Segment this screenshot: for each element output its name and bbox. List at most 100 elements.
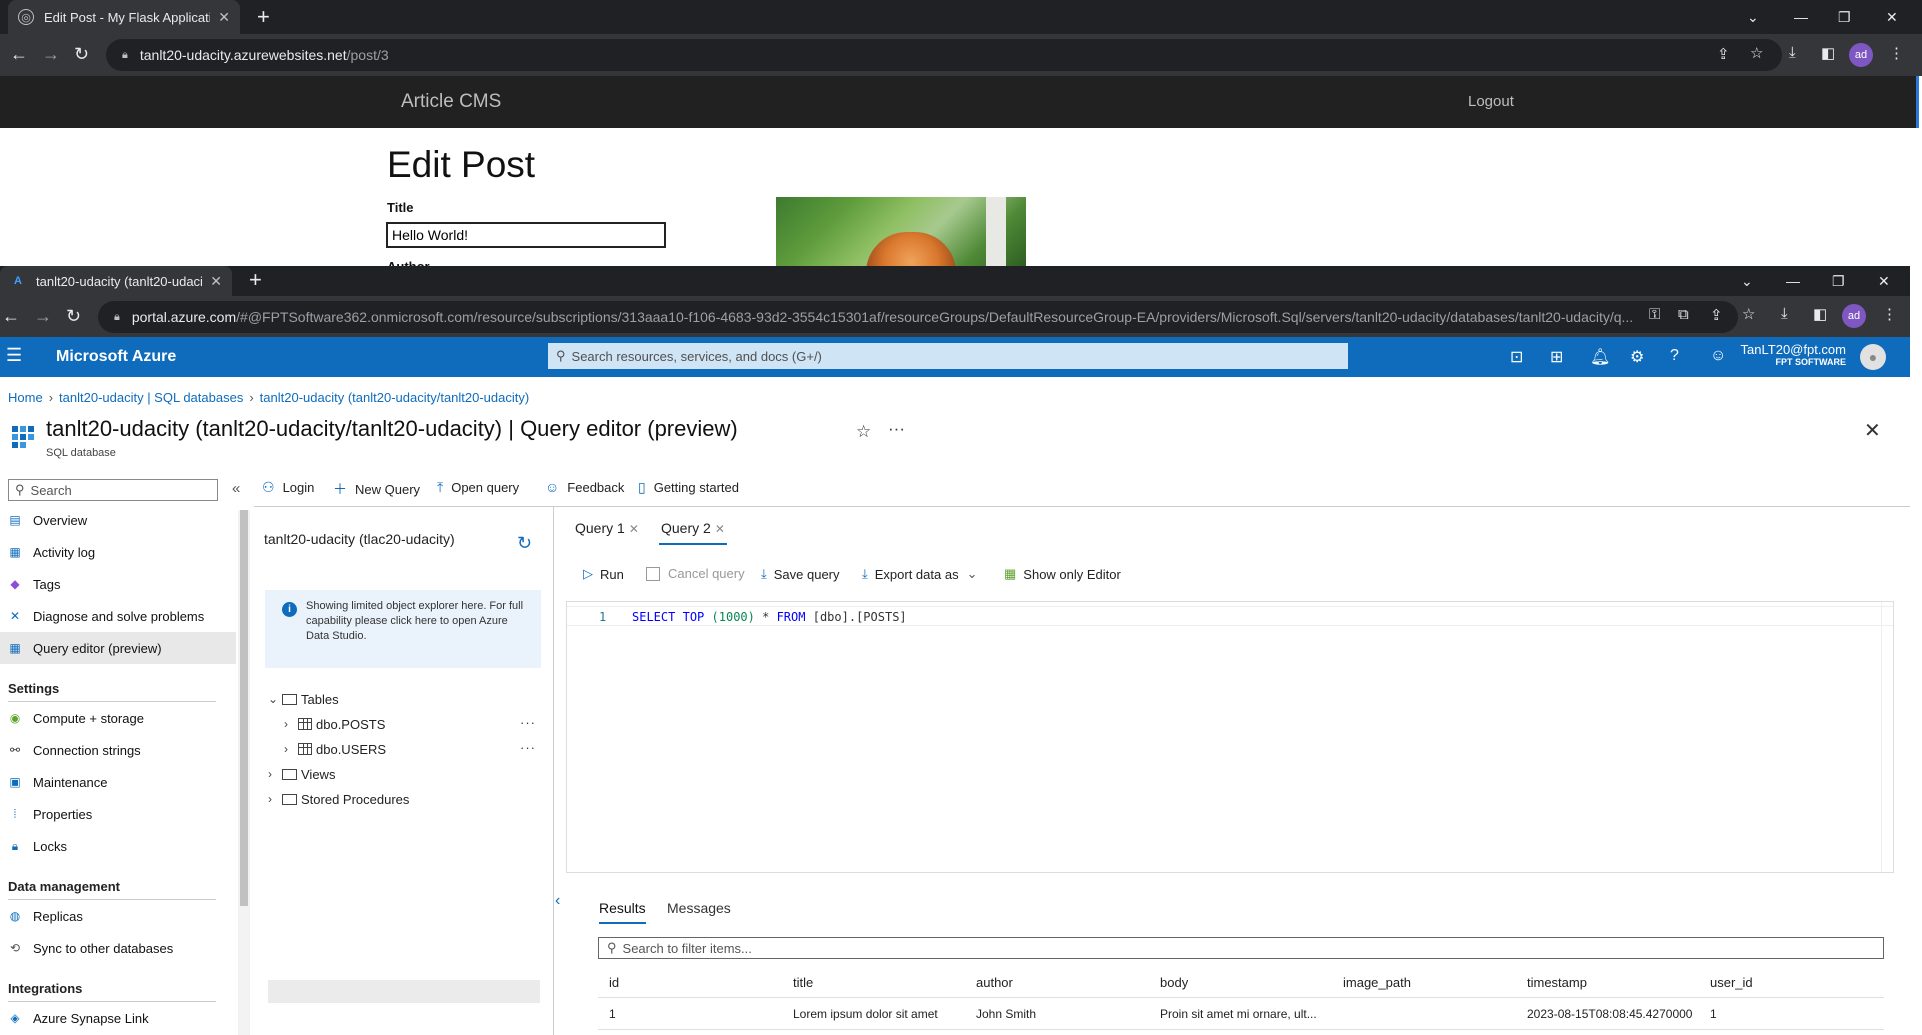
open-query-button[interactable]: ⤒ Open query [437,479,519,496]
collapse-sidebar-icon[interactable]: « [232,480,240,497]
settings-gear-icon[interactable]: ⚙ [1630,347,1644,367]
sidebar-item-connection-strings[interactable]: ⚯ Connection strings [0,734,236,766]
info-banner[interactable]: i Showing limited object explorer here. … [265,590,541,668]
column-header[interactable]: author [976,966,1013,998]
tree-node-stored-procedures[interactable]: › Stored Procedures [268,788,409,810]
feedback-button[interactable]: ☺ Feedback [545,479,624,495]
tree-node-tables[interactable]: ⌄ Tables [268,688,339,710]
close-blade-icon[interactable]: ✕ [1864,418,1881,443]
sidebar-item-replicas[interactable]: ◍ Replicas [0,900,236,932]
tab-messages[interactable]: Messages [667,900,731,916]
sidebar-item-diagnose[interactable]: ✕ Diagnose and solve problems [0,600,236,632]
new-tab-button[interactable]: + [257,4,270,30]
sidebar-item-properties[interactable]: ⦙ Properties [0,798,236,830]
close-tab-icon[interactable]: ✕ [218,9,230,26]
browser-tab-edit-post[interactable]: ◎ Edit Post - My Flask Application ✕ [8,0,240,34]
reload-icon[interactable]: ↻ [74,44,89,65]
breadcrumb-database[interactable]: tanlt20-udacity (tanlt20-udacity/tanlt20… [260,390,530,405]
download-icon[interactable]: ⤓ [1781,305,1788,322]
profile-avatar[interactable]: ad [1849,43,1873,67]
chevron-left-icon[interactable]: ‹ [555,892,560,910]
feedback-icon[interactable]: ☺ [1710,347,1726,365]
tab-query-2[interactable]: Query 2 ✕ [659,520,727,545]
hamburger-menu-icon[interactable]: ☰ [6,345,22,366]
forward-icon[interactable]: → [42,44,60,65]
login-button[interactable]: ⚇ Login [262,479,314,496]
sidebar-item-tags[interactable]: ◆ Tags [0,568,236,600]
results-filter-input[interactable]: ⚲ Search to filter items... [598,937,1884,959]
share-icon[interactable]: ⇪ [1717,45,1730,63]
tab-search-icon[interactable]: ⌄ [1747,0,1759,34]
user-account[interactable]: TanLT20@fpt.com FPT SOFTWARE [1741,342,1846,367]
table-row[interactable]: 1 Lorem ipsum dolor sit amet John Smith … [598,998,1884,1030]
bookmark-star-icon[interactable]: ☆ [1750,44,1763,62]
key-icon[interactable]: ⚿ [1649,306,1660,323]
tree-node-users[interactable]: › dbo.USERS [284,738,386,760]
forward-icon[interactable]: → [34,306,52,327]
column-header[interactable]: user_id [1710,966,1753,998]
side-panel-icon[interactable]: ◧ [1821,44,1835,62]
global-search-input[interactable]: ⚲ Search resources, services, and docs (… [548,343,1348,369]
maximize-button[interactable]: ❐ [1838,0,1851,34]
maximize-button[interactable]: ❐ [1832,266,1845,296]
favorite-star-icon[interactable]: ☆ [856,422,871,442]
column-header[interactable]: timestamp [1527,966,1587,998]
notifications-bell-icon[interactable]: 🔔︎ [1590,347,1610,367]
bookmark-star-icon[interactable]: ☆ [1742,305,1755,323]
close-tab-icon[interactable]: ✕ [629,522,639,536]
cms-brand-link[interactable]: Article CMS [401,91,501,113]
profile-avatar[interactable]: ad [1842,304,1866,328]
sidebar-item-compute[interactable]: ◉ Compute + storage [0,702,236,734]
url-field[interactable]: 🔒︎ tanlt20-udacity.azurewebsites.net/pos… [106,39,1782,71]
tree-node-posts[interactable]: › dbo.POSTS [284,713,385,735]
sidebar-item-overview[interactable]: ▤ Overview [0,504,236,536]
reload-icon[interactable]: ↻ [66,306,81,327]
logout-link[interactable]: Logout [1468,93,1514,110]
sidebar-scrollbar[interactable] [238,510,250,1035]
posts-more-icon[interactable]: ··· [520,715,536,730]
help-icon[interactable]: ? [1670,347,1679,365]
side-panel-icon[interactable]: ◧ [1813,305,1827,323]
download-icon[interactable]: ⤓ [1789,44,1796,61]
cloud-shell-icon[interactable]: ⊡ [1510,347,1523,367]
breadcrumb-home[interactable]: Home [8,390,43,405]
column-header[interactable]: id [609,966,619,998]
share-icon[interactable]: ⇪ [1710,306,1723,324]
close-window-button[interactable]: ✕ [1878,266,1890,296]
getting-started-button[interactable]: ▯ Getting started [638,479,739,496]
breadcrumb-sql-databases[interactable]: tanlt20-udacity | SQL databases [59,390,243,405]
editor-scrollbar[interactable] [1881,602,1893,872]
close-window-button[interactable]: ✕ [1886,0,1898,34]
close-tab-icon[interactable]: ✕ [210,273,222,290]
run-button[interactable]: ▷ Run [583,566,624,582]
sidebar-item-sync[interactable]: ⟲ Sync to other databases [0,932,236,964]
sidebar-item-locks[interactable]: 🔒︎ Locks [0,830,236,862]
sidebar-item-maintenance[interactable]: ▣ Maintenance [0,766,236,798]
column-header[interactable]: title [793,966,813,998]
new-query-button[interactable]: ＋ New Query [333,479,420,499]
show-only-editor-button[interactable]: ▦ Show only Editor [1004,566,1121,582]
sql-editor[interactable]: 1 SELECT TOP (1000) * FROM [dbo].[POSTS] [566,601,1894,873]
menu-kebab-icon[interactable]: ⋮ [1882,305,1897,323]
sidebar-search-input[interactable]: ⚲ Search [8,479,218,501]
cancel-query-button[interactable]: Cancel query [646,566,745,581]
users-more-icon[interactable]: ··· [520,740,536,755]
install-app-icon[interactable]: ⧉ [1678,306,1689,323]
new-tab-button[interactable]: + [249,267,262,293]
minimize-button[interactable]: — [1794,0,1808,34]
sidebar-item-query-editor[interactable]: ▦ Query editor (preview) [0,632,236,664]
back-icon[interactable]: ← [10,44,28,65]
sidebar-item-synapse-link[interactable]: ◈ Azure Synapse Link [0,1002,236,1034]
tree-node-views[interactable]: › Views [268,763,335,785]
refresh-icon[interactable]: ↻ [517,533,532,554]
azure-brand[interactable]: Microsoft Azure [56,348,176,366]
more-options-icon[interactable]: ··· [888,419,905,439]
title-input[interactable] [386,222,666,248]
close-tab-icon[interactable]: ✕ [715,522,725,536]
directory-filter-icon[interactable]: ⊞ [1550,347,1563,367]
minimize-button[interactable]: — [1786,266,1800,296]
tab-search-icon[interactable]: ⌄ [1741,266,1753,296]
user-avatar[interactable]: ● [1860,344,1886,370]
save-query-button[interactable]: ⤓ Save query [761,566,840,582]
browser-tab-azure[interactable]: A tanlt20-udacity (tanlt20-udacity/ ✕ [0,266,232,296]
